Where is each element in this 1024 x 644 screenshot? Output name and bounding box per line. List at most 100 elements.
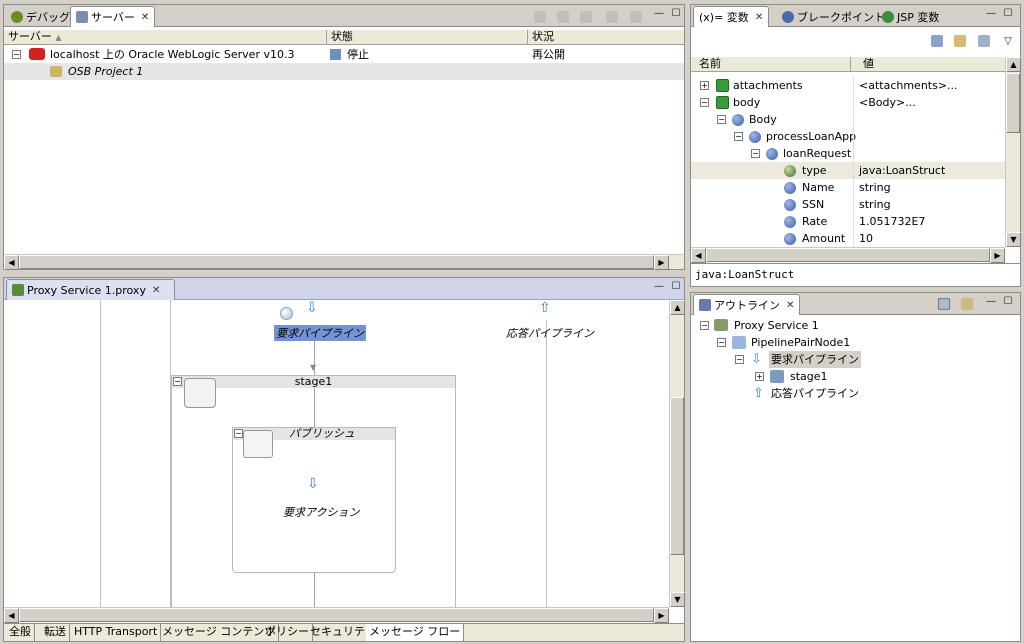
collapse-icon[interactable]: − (751, 149, 760, 158)
project-row[interactable]: OSB Project 1 (4, 63, 684, 80)
debug-server-icon[interactable] (534, 11, 546, 23)
tab-debug[interactable]: デバッグ (6, 6, 75, 27)
column-name[interactable]: 名前 (691, 57, 851, 71)
element-icon (749, 131, 761, 143)
server-row[interactable]: − localhost 上の Oracle WebLogic Server v1… (4, 46, 684, 63)
maximize-icon[interactable]: ☐ (1002, 9, 1014, 21)
tab-servers[interactable]: サーバー ✕ (70, 6, 156, 27)
tab-policy[interactable]: ポリシー (262, 624, 313, 641)
collapse-icon[interactable]: − (734, 132, 743, 141)
tab-jsp-variables[interactable]: JSP 変数 (877, 6, 944, 27)
var-row-rate[interactable]: Rate 1.051732E7 (691, 213, 1006, 230)
variables-vscroll[interactable]: ▲ ▼ (1005, 57, 1021, 247)
scroll-thumb[interactable] (19, 255, 654, 269)
pipeline-icon (732, 336, 746, 349)
scroll-down-icon[interactable]: ▼ (1006, 232, 1021, 247)
var-row-processloanapp[interactable]: − processLoanApp (691, 128, 1006, 145)
outline-node-stage1[interactable]: + stage1 (691, 368, 1020, 385)
scroll-right-icon[interactable]: ▶ (990, 248, 1005, 263)
tab-proxy-service[interactable]: Proxy Service 1.proxy ✕ (6, 279, 176, 300)
scroll-right-icon[interactable]: ▶ (654, 608, 669, 623)
tab-outline[interactable]: アウトライン ✕ (693, 294, 801, 315)
close-icon[interactable]: ✕ (152, 285, 160, 296)
collapse-icon[interactable]: − (234, 429, 243, 438)
var-row-ssn[interactable]: SSN string (691, 196, 1006, 213)
maximize-icon[interactable]: ☐ (1002, 297, 1014, 309)
collapse-icon[interactable]: − (12, 50, 21, 59)
tab-breakpoints[interactable]: ブレークポイント (777, 6, 890, 27)
scroll-left-icon[interactable]: ◀ (4, 255, 19, 270)
request-pipeline-label[interactable]: 要求パイプライン (274, 325, 366, 341)
tree-view-icon[interactable] (938, 298, 950, 310)
maximize-icon[interactable]: ☐ (670, 9, 682, 21)
scroll-thumb[interactable] (1006, 73, 1020, 133)
flow-canvas[interactable]: ⇩ 要求パイプライン ⇧ 応答パイプライン ▼ stage1 − ▼ パブリッシ… (4, 300, 667, 607)
close-icon[interactable]: ✕ (755, 12, 763, 23)
expand-icon[interactable]: + (700, 81, 709, 90)
lane-line (100, 300, 101, 607)
tab-message-flow[interactable]: メッセージ フロー (366, 624, 465, 641)
tab-variables[interactable]: (x)= 変数 ✕ (693, 6, 770, 27)
column-status[interactable]: 状況 (528, 30, 684, 44)
response-pipeline-label[interactable]: 応答パイプライン (506, 325, 594, 341)
overview-icon[interactable] (961, 298, 973, 310)
logical-structure-icon[interactable] (954, 35, 966, 47)
server-icon (76, 11, 88, 23)
show-type-icon[interactable] (931, 35, 943, 47)
scroll-up-icon[interactable]: ▲ (1006, 57, 1021, 72)
scroll-down-icon[interactable]: ▼ (670, 592, 685, 607)
column-server[interactable]: サーバー ▲ (4, 30, 327, 44)
variables-hscroll[interactable]: ◀ ▶ (691, 247, 1005, 263)
scroll-right-icon[interactable]: ▶ (654, 255, 669, 270)
view-menu-icon[interactable]: ▽ (1002, 37, 1014, 49)
collapse-icon[interactable]: − (173, 377, 182, 386)
maximize-icon[interactable]: ☐ (670, 282, 682, 294)
collapse-icon[interactable]: − (700, 98, 709, 107)
column-state[interactable]: 状態 (327, 30, 528, 44)
outline-node-proxy-service[interactable]: − Proxy Service 1 (691, 317, 1020, 334)
tab-general[interactable]: 全般 (6, 624, 35, 641)
tab-http-transport[interactable]: HTTP Transport (71, 624, 162, 641)
minimize-icon[interactable]: — (985, 297, 997, 309)
minimize-icon[interactable]: — (985, 9, 997, 21)
outline-node-response-pipeline[interactable]: ⇧ 応答パイプライン (691, 385, 1020, 402)
editor-hscroll[interactable]: ◀ ▶ (4, 607, 669, 623)
var-row-name[interactable]: Name string (691, 179, 1006, 196)
profile-server-icon[interactable] (580, 11, 592, 23)
collapse-all-icon[interactable] (978, 35, 990, 47)
scroll-thumb[interactable] (670, 397, 684, 555)
outline-node-pipeline-pair[interactable]: − PipelinePairNode1 (691, 334, 1020, 351)
minimize-icon[interactable]: — (653, 282, 665, 294)
var-row-attachments[interactable]: + attachments <attachments>... (691, 77, 1006, 94)
var-row-loanrequest[interactable]: − loanRequest (691, 145, 1006, 162)
editor-vscroll[interactable]: ▲ ▼ (669, 300, 685, 607)
publish-icon[interactable] (630, 11, 642, 23)
variables-pane: (x)= 変数 ✕ ブレークポイント JSP 変数 — ☐ ▽ 名前 値 + a… (690, 4, 1021, 287)
var-row-body-element[interactable]: − Body (691, 111, 1006, 128)
close-icon[interactable]: ✕ (141, 12, 149, 23)
collapse-icon[interactable]: − (717, 115, 726, 124)
servers-hscroll[interactable]: ◀ ▶ (4, 254, 684, 270)
var-row-body[interactable]: − body <Body>... (691, 94, 1006, 111)
outline-node-request-pipeline[interactable]: − ⇩ 要求パイプライン (691, 351, 1020, 368)
collapse-icon[interactable]: − (735, 355, 744, 364)
tab-transfer[interactable]: 転送 (41, 624, 70, 641)
column-value[interactable]: 値 (851, 57, 1005, 71)
minimize-icon[interactable]: — (653, 9, 665, 21)
stop-server-icon[interactable] (606, 11, 618, 23)
collapse-icon[interactable]: − (717, 338, 726, 347)
scroll-thumb[interactable] (706, 248, 990, 262)
var-row-type[interactable]: type java:LoanStruct (691, 162, 1006, 179)
jsp-icon (882, 10, 894, 23)
scroll-left-icon[interactable]: ◀ (4, 608, 19, 623)
scroll-up-icon[interactable]: ▲ (670, 300, 685, 315)
scroll-left-icon[interactable]: ◀ (691, 248, 706, 263)
publish-box[interactable]: パブリッシュ − ⇩ 要求アクション (232, 427, 396, 573)
expand-icon[interactable]: + (755, 372, 764, 381)
collapse-icon[interactable]: − (700, 321, 709, 330)
scroll-thumb[interactable] (19, 608, 654, 622)
start-server-icon[interactable] (557, 11, 569, 23)
var-row-amount[interactable]: Amount 10 (691, 230, 1006, 247)
close-icon[interactable]: ✕ (786, 300, 794, 311)
variable-detail[interactable]: java:LoanStruct (691, 263, 1020, 286)
